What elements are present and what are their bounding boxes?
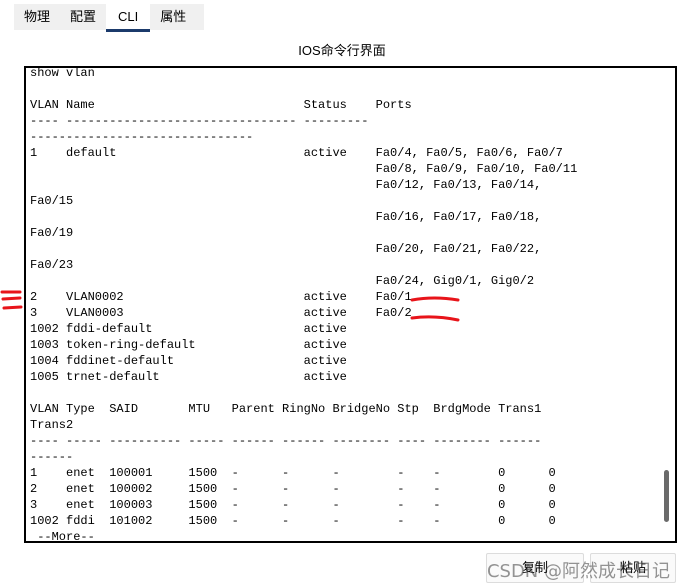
tab-config[interactable]: 配置 [60,4,106,30]
copy-button[interactable]: 复制 [486,553,584,583]
console-scrollbar[interactable] [660,70,672,539]
scroll-thumb[interactable] [664,470,669,522]
tab-physical[interactable]: 物理 [14,4,60,30]
paste-button[interactable]: 粘贴 [590,553,676,583]
panel-title: IOS命令行界面 [298,43,386,58]
tab-cli[interactable]: CLI [106,4,151,32]
tab-bar: 物理 配置 CLI 属性 [0,0,684,32]
tab-attributes[interactable]: 属性 [150,4,196,30]
cli-console[interactable]: show vlan VLAN Name Status Ports ---- --… [24,66,677,543]
annotation-dash-2 [1,296,22,301]
annotation-dash-3 [2,305,23,310]
tab-strip: 物理 配置 CLI 属性 [14,4,204,32]
console-output[interactable]: show vlan VLAN Name Status Ports ---- --… [30,68,577,541]
